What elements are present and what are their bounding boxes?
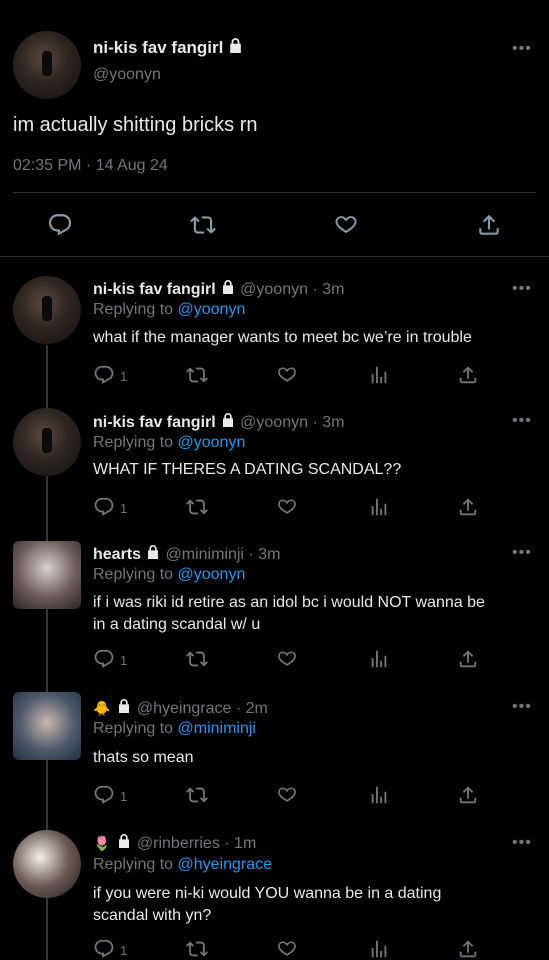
retweet-icon[interactable] (186, 496, 208, 518)
reply-time: · 3m (312, 414, 345, 431)
lock-icon (116, 698, 132, 714)
reply-handle[interactable]: @miniminji (165, 546, 243, 563)
reply-text: thats so mean (93, 749, 194, 766)
more-icon[interactable]: ••• (512, 412, 532, 430)
reply-name-emoji[interactable]: 🌷 (93, 835, 110, 851)
reply-header: ni-kis fav fangirl @yoonyn · 3m (93, 412, 344, 432)
retweet-icon[interactable] (186, 648, 208, 670)
share-icon[interactable] (457, 496, 479, 518)
author-avatar[interactable] (13, 31, 81, 99)
reply-avatar[interactable] (13, 692, 81, 760)
lock-icon (145, 544, 161, 560)
share-icon[interactable] (457, 784, 479, 806)
reply-avatar[interactable] (13, 541, 81, 609)
divider (13, 192, 536, 193)
reply-count: 1 (120, 943, 128, 958)
heart-icon[interactable] (276, 784, 298, 806)
reply-header: 🌷 @rinberries · 1m (93, 833, 256, 853)
reply-icon[interactable] (47, 212, 73, 238)
more-icon[interactable]: ••• (512, 40, 532, 58)
share-icon[interactable] (457, 364, 479, 386)
share-icon[interactable] (476, 212, 502, 238)
share-icon[interactable] (457, 938, 479, 960)
reply-time: · 3m (248, 546, 281, 563)
more-icon[interactable]: ••• (512, 280, 532, 298)
reply-icon[interactable] (93, 364, 115, 386)
reply-avatar[interactable] (13, 408, 81, 476)
reply-icon[interactable] (93, 648, 115, 670)
reply-header: ni-kis fav fangirl @yoonyn · 3m (93, 279, 344, 299)
reply-count: 1 (120, 369, 128, 384)
heart-icon[interactable] (276, 938, 298, 960)
heart-icon[interactable] (276, 496, 298, 518)
retweet-icon[interactable] (190, 212, 216, 238)
replying-to: Replying to @yoonyn (93, 566, 246, 583)
reply-avatar[interactable] (13, 830, 81, 898)
reply-text: WHAT IF THERES A DATING SCANDAL?? (93, 461, 402, 478)
reply-count: 1 (120, 789, 128, 804)
reply-header: 🐥 @hyeingrace · 2m (93, 698, 268, 718)
lock-icon (220, 279, 236, 295)
replying-to: Replying to @hyeingrace (93, 856, 273, 873)
reply-icon[interactable] (93, 496, 115, 518)
reply-handle[interactable]: @rinberries (137, 835, 220, 852)
reply-icon[interactable] (93, 784, 115, 806)
tweet-timestamp[interactable]: 02:35 PM · 14 Aug 24 (13, 157, 168, 175)
more-icon[interactable]: ••• (512, 698, 532, 716)
lock-icon (220, 412, 236, 428)
replying-to-link[interactable]: @yoonyn (178, 301, 246, 318)
views-icon[interactable] (368, 938, 390, 960)
replying-to-link[interactable]: @yoonyn (178, 566, 246, 583)
reply-time: · 3m (312, 281, 345, 298)
reply-text: if i was riki id retire as an idol bc i … (93, 594, 485, 633)
reply-handle[interactable]: @hyeingrace (137, 700, 232, 717)
heart-icon[interactable] (276, 648, 298, 670)
divider (0, 256, 549, 257)
tweet-text: im actually shitting bricks rn (13, 114, 258, 136)
retweet-icon[interactable] (186, 784, 208, 806)
views-icon[interactable] (368, 364, 390, 386)
replying-to-link[interactable]: @yoonyn (178, 434, 246, 451)
reply-name[interactable]: hearts (93, 546, 141, 563)
views-icon[interactable] (368, 648, 390, 670)
lock-icon (227, 37, 244, 54)
reply-text: if you were ni-ki would YOU wanna be in … (93, 885, 442, 924)
replying-to-link[interactable]: @miniminji (178, 720, 256, 737)
reply-handle[interactable]: @yoonyn (240, 414, 308, 431)
author-name[interactable]: ni-kis fav fangirl (93, 37, 244, 58)
retweet-icon[interactable] (186, 364, 208, 386)
reply-text: what if the manager wants to meet bc we’… (93, 329, 472, 346)
heart-icon[interactable] (333, 212, 359, 238)
reply-time: · 2m (235, 700, 268, 717)
reply-icon[interactable] (93, 938, 115, 960)
lock-icon (116, 833, 132, 849)
share-icon[interactable] (457, 648, 479, 670)
reply-count: 1 (120, 653, 128, 668)
reply-name[interactable]: ni-kis fav fangirl (93, 281, 216, 298)
reply-count: 1 (120, 501, 128, 516)
reply-time: · 1m (224, 835, 257, 852)
reply-name[interactable]: ni-kis fav fangirl (93, 414, 216, 431)
heart-icon[interactable] (276, 364, 298, 386)
author-handle[interactable]: @yoonyn (93, 66, 161, 84)
reply-handle[interactable]: @yoonyn (240, 281, 308, 298)
more-icon[interactable]: ••• (512, 834, 532, 852)
reply-header: hearts @miniminji · 3m (93, 544, 280, 564)
views-icon[interactable] (368, 784, 390, 806)
more-icon[interactable]: ••• (512, 544, 532, 562)
replying-to: Replying to @miniminji (93, 720, 256, 737)
replying-to: Replying to @yoonyn (93, 301, 246, 318)
retweet-icon[interactable] (186, 938, 208, 960)
reply-name-emoji[interactable]: 🐥 (93, 700, 110, 716)
reply-avatar[interactable] (13, 276, 81, 344)
replying-to-link[interactable]: @hyeingrace (178, 856, 273, 873)
replying-to: Replying to @yoonyn (93, 434, 246, 451)
views-icon[interactable] (368, 496, 390, 518)
